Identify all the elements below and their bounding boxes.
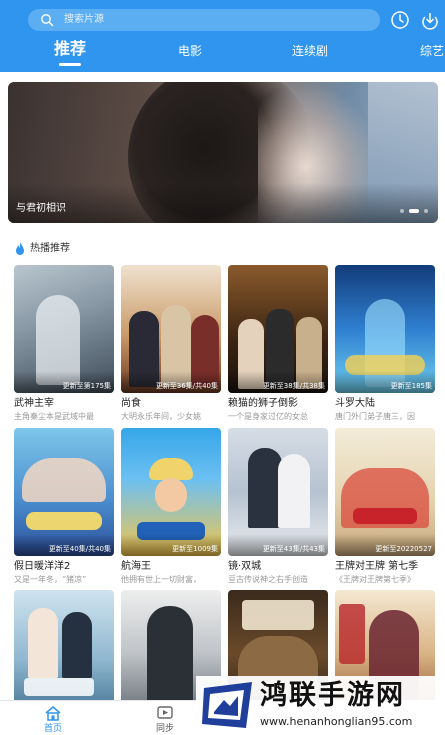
top-header: 搜索片源 推荐 电影 连续剧 综艺 [0,0,445,72]
sync-icon [157,706,173,719]
episode-badge: 更新至38集/共38集 [262,382,325,390]
nav-sync-label: 同步 [155,724,174,734]
card-title: 斗罗大陆 [335,398,375,409]
nav-home-label: 首页 [43,724,62,734]
poster-figure [278,454,310,528]
category-tabs: 推荐 电影 连续剧 综艺 [0,40,445,72]
episode-badge: 更新至20220527 [375,545,432,553]
card-title: 赖猫的狮子倒影 [228,398,298,409]
carousel-dots [400,209,430,213]
card-desc: 一个是身家过亿的女总 [228,412,308,421]
watermark: 鸿联手游网 www.henanhonglian95.com [196,676,445,735]
card-title: 尚食 [121,398,141,409]
card-desc: 他拥有世上一切财富， [121,575,201,584]
nav-sync[interactable]: 同步 [140,705,190,735]
active-tab-indicator [59,63,81,66]
tab-series[interactable]: 连续剧 [292,42,328,68]
poster-image: 更新至38集/共38集 [228,265,328,393]
card-desc: 《王牌对王牌第七季》 [335,575,415,584]
download-icon[interactable] [420,10,440,30]
banner-carousel[interactable]: 与君初相识 [8,82,438,223]
poster-image: 更新至43集/共43集 [228,428,328,556]
banner-shade [8,183,438,223]
tab-variety[interactable]: 综艺 [420,42,444,68]
card-desc: 唐门外门弟子唐三，因 [335,412,415,421]
poster-title-art [24,678,94,696]
poster-figure [62,612,92,678]
episode-badge: 更新至1009集 [172,545,218,553]
poster-image [14,590,114,718]
watermark-text: 鸿联手游网 [260,680,405,711]
episode-badge: 更新至40集/共40集 [48,545,111,553]
episode-badge: 更新至185集 [390,382,432,390]
card-title: 假日暖洋洋2 [14,561,71,572]
search-icon [41,14,54,27]
card-title: 武神主宰 [14,398,54,409]
episode-badge: 更新至43集/共43集 [262,545,325,553]
episode-badge: 更新至36集/共40集 [155,382,218,390]
card-title: 镜·双城 [228,561,262,572]
banner-title: 与君初相识 [16,203,66,214]
watermark-logo [202,682,252,728]
carousel-dot-active[interactable] [409,209,419,213]
carousel-dot[interactable] [400,209,404,213]
nav-home[interactable]: 首页 [28,705,78,735]
episode-badge: 更新至第175集 [62,382,111,390]
poster-calligraphy [84,289,104,349]
card-title: 航海王 [121,561,151,572]
watermark-url: www.henanhonglian95.com [260,715,413,728]
card-desc: 亘古传说神之右手创造 [228,575,308,584]
poster-straw-hat [149,458,193,480]
poster-title-art [242,600,314,630]
search-bar[interactable]: 搜索片源 [28,9,380,31]
card-desc: 主角秦尘本是武域中最 [14,412,94,421]
history-icon[interactable] [390,10,410,30]
home-icon [45,706,61,721]
poster-image: 更新至185集 [335,265,435,393]
poster-figure [147,606,193,706]
poster-title-art [353,508,417,524]
poster-figure [28,608,58,678]
section-title: 热播推荐 [30,243,70,254]
tab-movie[interactable]: 电影 [178,42,202,68]
poster-image: 更新至36集/共40集 [121,265,221,393]
poster-image: 更新至第175集 [14,265,114,393]
poster-face [155,478,187,512]
fire-icon [16,242,24,255]
poster-figures [22,458,106,502]
poster-image: 更新至40集/共40集 [14,428,114,556]
card-desc: 大明永乐年间，少女姚 [121,412,201,421]
poster-title-art [339,604,365,664]
poster-image: 更新至20220527 [335,428,435,556]
poster-image: 更新至1009集 [121,428,221,556]
card-desc: 又是一年冬，“猪凉” [14,575,87,584]
search-placeholder: 搜索片源 [64,14,104,25]
poster-title-art [26,512,102,530]
poster-figure [248,448,282,528]
card-title: 王牌对王牌 第七季 [335,561,419,572]
carousel-dot[interactable] [424,209,428,213]
